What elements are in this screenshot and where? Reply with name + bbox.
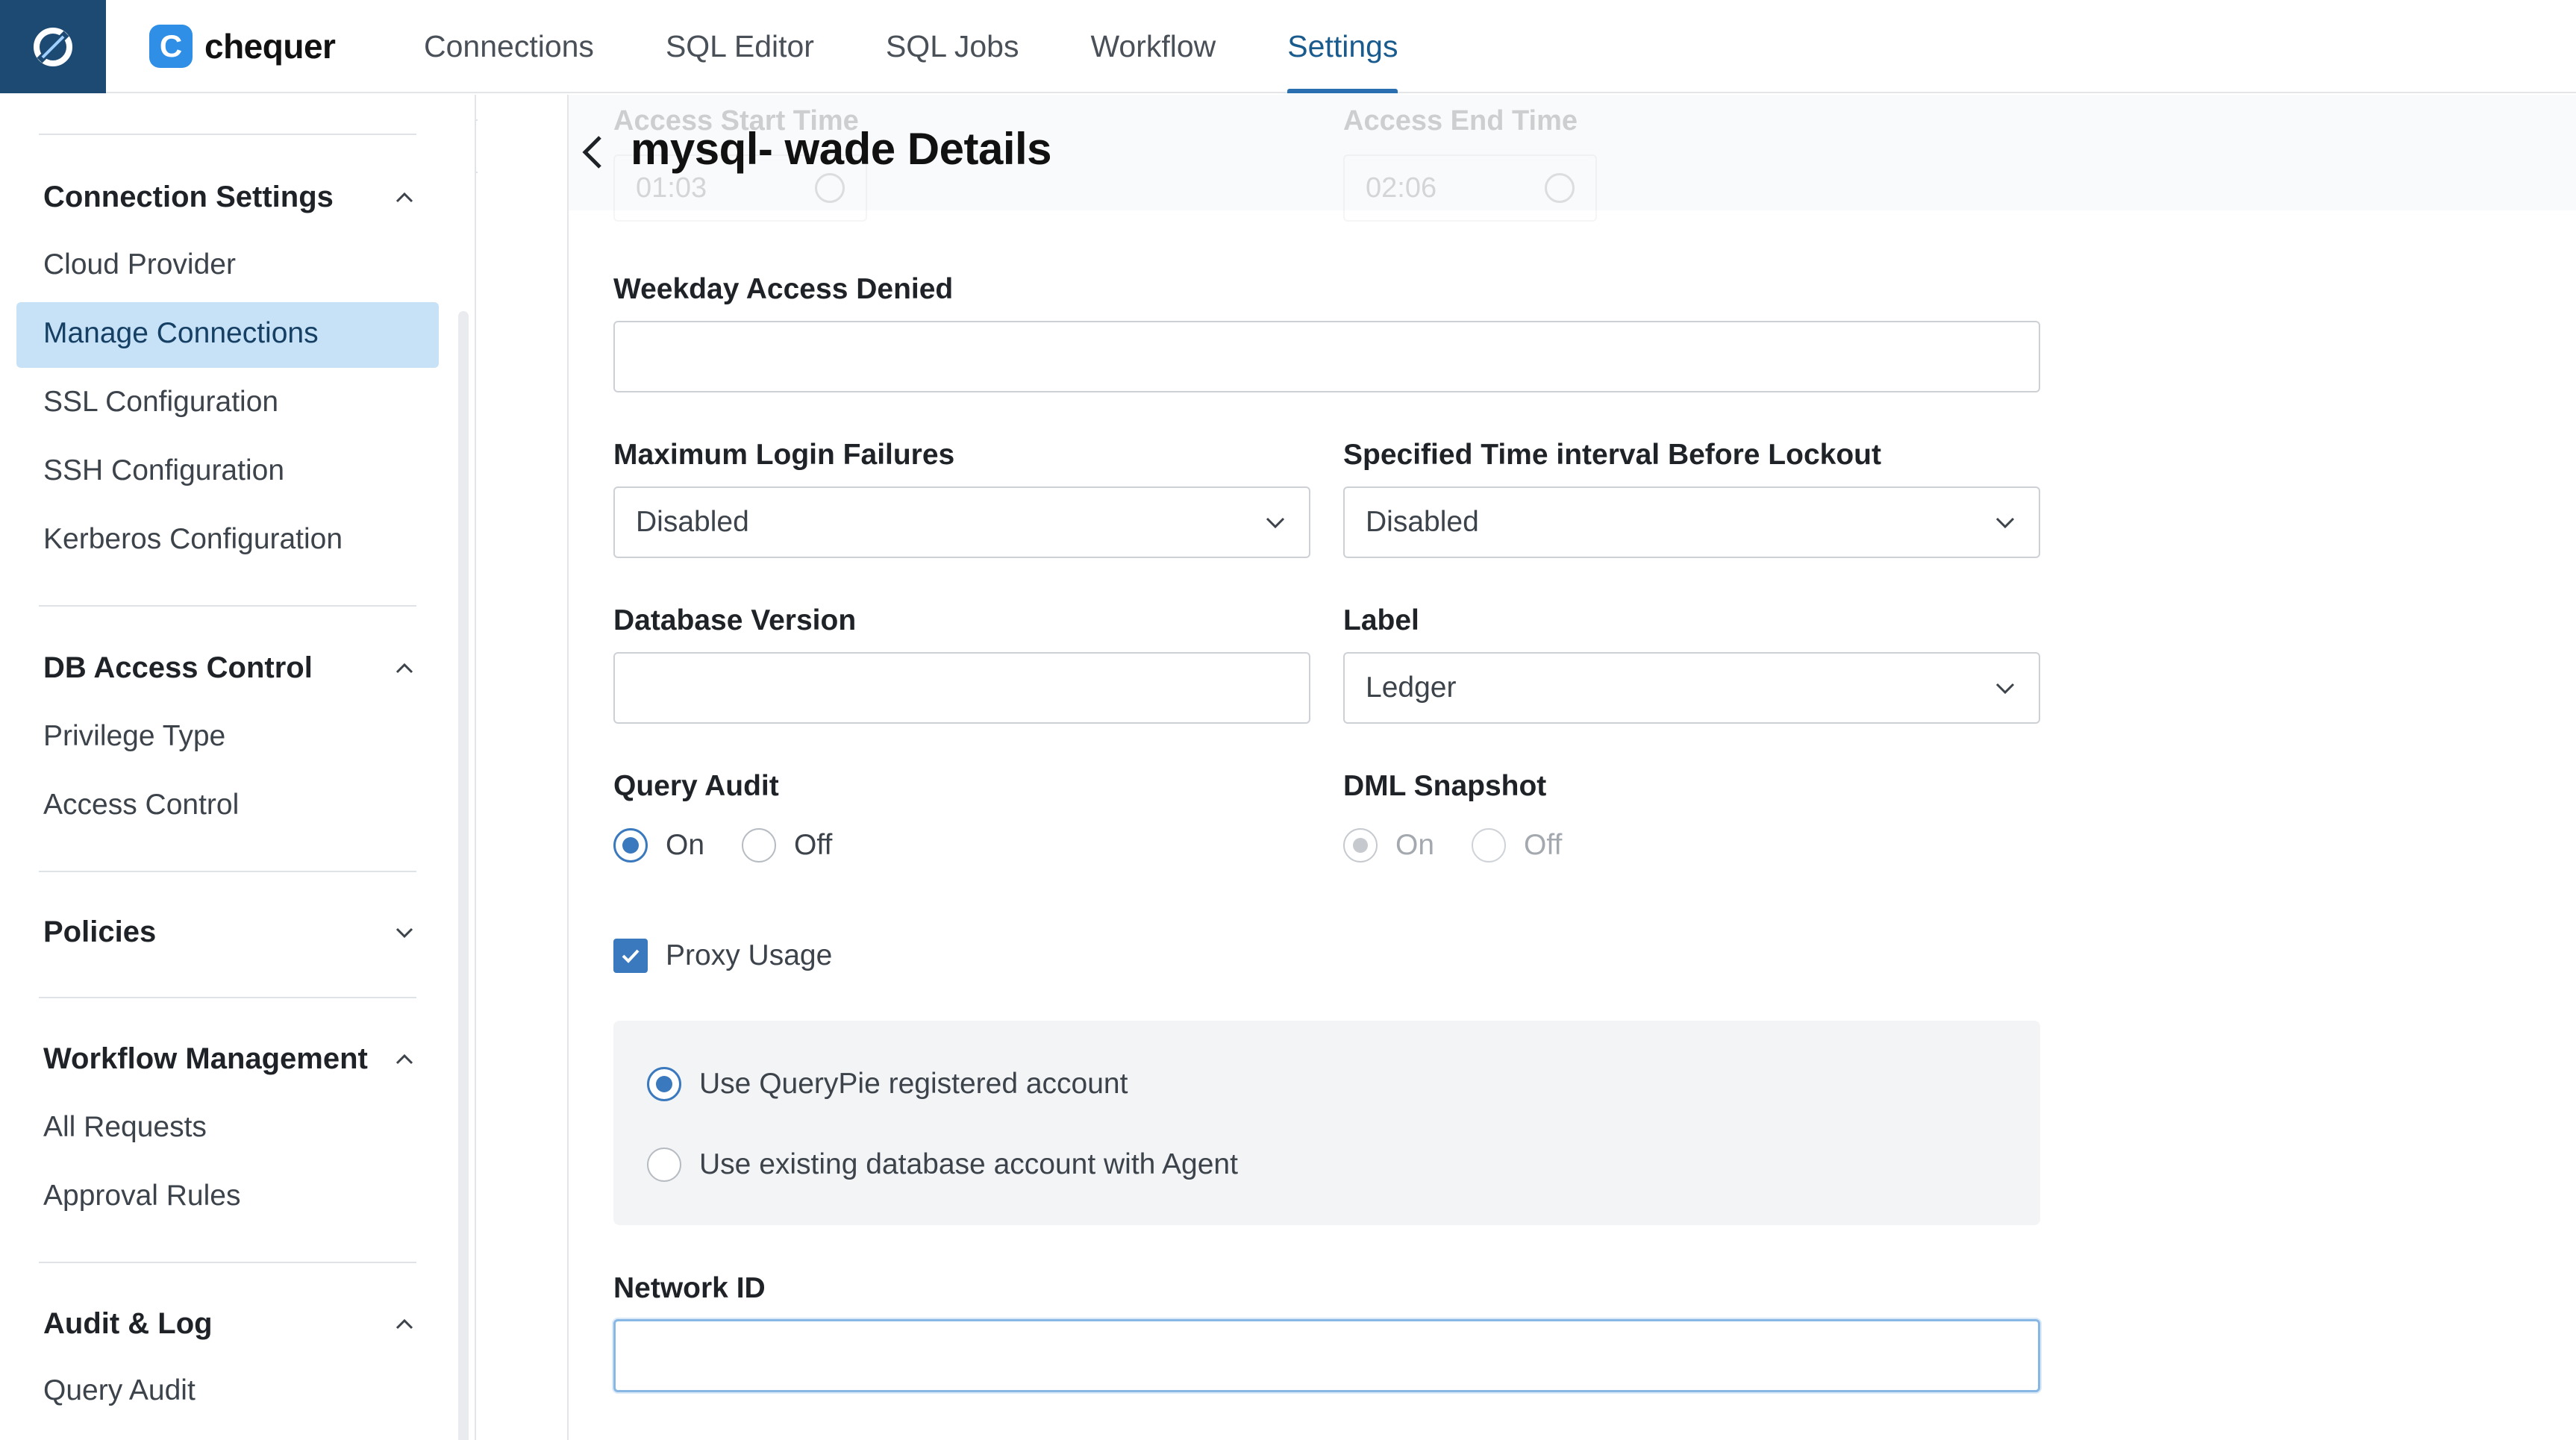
lockout-interval-label: Specified Time interval Before Lockout	[1343, 439, 1881, 471]
sidebar-divider	[39, 605, 416, 607]
chevron-down-icon	[1995, 683, 2015, 695]
nav-tab-workflow[interactable]: Workflow	[1054, 0, 1251, 93]
max-login-failures-label: Maximum Login Failures	[613, 439, 955, 471]
lockout-interval-value: Disabled	[1366, 506, 1479, 538]
dml-snapshot-on-radio[interactable]	[1343, 828, 1378, 863]
sidebar-divider	[39, 134, 416, 135]
content-divider	[567, 95, 569, 1440]
chevron-up-icon	[396, 1318, 413, 1329]
query-audit-label: Query Audit	[613, 770, 779, 802]
chevron-up-icon	[396, 192, 413, 202]
chevron-up-icon	[396, 1054, 413, 1064]
brand-name: chequer	[204, 27, 336, 66]
proxy-registered-radio[interactable]	[647, 1067, 681, 1101]
nav-tab-sql-jobs[interactable]: SQL Jobs	[850, 0, 1055, 93]
sidebar-item-manage-connections[interactable]: Manage Connections	[43, 317, 319, 350]
sidebar-item-ssl-configuration[interactable]: SSL Configuration	[43, 386, 278, 419]
top-navigation-bar: C chequer Connections SQL Editor SQL Job…	[0, 0, 2576, 93]
query-audit-off-radio[interactable]	[742, 828, 777, 863]
database-version-input[interactable]	[613, 652, 1310, 724]
lockout-interval-select[interactable]: Disabled	[1343, 486, 2040, 558]
sidebar-item-query-audit[interactable]: Query Audit	[43, 1374, 196, 1407]
sidebar-section-db-access-control[interactable]: DB Access Control	[43, 651, 416, 685]
weekday-access-denied-input[interactable]	[613, 321, 2040, 392]
page-title: mysql- wade Details	[631, 124, 1052, 174]
clock-icon	[815, 173, 845, 203]
sidebar-section-title: Connection Settings	[43, 181, 334, 213]
brand-mark-icon: C	[149, 25, 193, 68]
proxy-usage-checkbox[interactable]	[613, 939, 648, 973]
weekday-access-denied-label: Weekday Access Denied	[613, 273, 954, 305]
nav-tab-connections[interactable]: Connections	[388, 0, 630, 93]
dml-snapshot-off-radio[interactable]	[1472, 828, 1507, 863]
max-login-failures-select[interactable]: Disabled	[613, 486, 1310, 558]
max-login-failures-value: Disabled	[636, 506, 749, 538]
label-select-value: Ledger	[1366, 672, 1457, 704]
dml-snapshot-off-label: Off	[1524, 829, 1563, 861]
back-arrow-icon[interactable]	[576, 131, 609, 173]
checkmark-icon	[622, 949, 640, 963]
chevron-down-icon	[396, 927, 413, 938]
sidebar-section-title: DB Access Control	[43, 651, 313, 684]
settings-sidebar: Connection Settings Cloud Provider Manag…	[0, 95, 476, 1440]
sidebar-divider	[39, 997, 416, 998]
sidebar-section-audit-log[interactable]: Audit & Log	[43, 1307, 416, 1341]
sidebar-item-privilege-type[interactable]: Privilege Type	[43, 720, 225, 753]
proxy-usage-row: Proxy Usage	[613, 939, 832, 973]
clock-icon	[1545, 173, 1575, 203]
sidebar-item-approval-rules[interactable]: Approval Rules	[43, 1180, 240, 1212]
app-logo-icon[interactable]	[0, 0, 106, 93]
query-audit-radio-group: On Off	[613, 828, 869, 863]
network-id-input[interactable]	[613, 1319, 2040, 1392]
chevron-up-icon	[396, 663, 413, 673]
query-audit-off-label: Off	[794, 829, 833, 861]
chevron-down-icon	[1995, 517, 2015, 529]
proxy-existing-radio[interactable]	[647, 1148, 681, 1182]
sidebar-item-cloud-provider[interactable]: Cloud Provider	[43, 248, 236, 281]
query-audit-on-label: On	[666, 829, 705, 861]
proxy-option-existing[interactable]: Use existing database account with Agent	[647, 1148, 1238, 1182]
sidebar-item-ssh-configuration[interactable]: SSH Configuration	[43, 454, 284, 487]
sidebar-section-title: Policies	[43, 915, 157, 948]
query-audit-on-radio[interactable]	[613, 828, 648, 863]
sidebar-item-kerberos-configuration[interactable]: Kerberos Configuration	[43, 523, 343, 556]
dml-snapshot-radio-group: On Off	[1343, 828, 1599, 863]
database-version-label: Database Version	[613, 604, 857, 636]
proxy-account-options: Use QueryPie registered account Use exis…	[613, 1021, 2040, 1225]
sidebar-divider	[39, 871, 416, 872]
dml-snapshot-label: DML Snapshot	[1343, 770, 1547, 802]
sidebar-item-access-control[interactable]: Access Control	[43, 789, 239, 821]
sidebar-section-workflow-management[interactable]: Workflow Management	[43, 1042, 416, 1076]
network-id-label: Network ID	[613, 1272, 766, 1304]
chevron-down-icon	[1266, 517, 1285, 529]
sidebar-section-title: Audit & Log	[43, 1307, 213, 1340]
proxy-existing-label: Use existing database account with Agent	[699, 1148, 1238, 1180]
access-end-time-value: 02:06	[1366, 172, 1437, 204]
dml-snapshot-on-label: On	[1395, 829, 1435, 861]
nav-tab-sql-editor[interactable]: SQL Editor	[630, 0, 850, 93]
sidebar-section-connection-settings[interactable]: Connection Settings	[43, 181, 416, 214]
sidebar-section-title: Workflow Management	[43, 1042, 368, 1075]
brand-logo[interactable]: C chequer	[149, 22, 336, 70]
sidebar-divider	[39, 1262, 416, 1263]
proxy-registered-label: Use QueryPie registered account	[699, 1068, 1128, 1100]
access-end-time-label: Access End Time	[1343, 105, 1578, 137]
access-end-time-input: 02:06	[1343, 154, 1597, 222]
label-select[interactable]: Ledger	[1343, 652, 2040, 724]
sidebar-scrollbar[interactable]	[458, 311, 469, 1440]
nav-tab-settings[interactable]: Settings	[1251, 0, 1434, 93]
main-nav: Connections SQL Editor SQL Jobs Workflow…	[388, 0, 1434, 93]
proxy-option-registered[interactable]: Use QueryPie registered account	[647, 1067, 1128, 1101]
access-start-time-value: 01:03	[636, 172, 707, 204]
sidebar-item-all-requests[interactable]: All Requests	[43, 1111, 207, 1144]
sidebar-section-policies[interactable]: Policies	[43, 915, 416, 949]
proxy-usage-label: Proxy Usage	[666, 939, 833, 971]
label-field-label: Label	[1343, 604, 1419, 636]
